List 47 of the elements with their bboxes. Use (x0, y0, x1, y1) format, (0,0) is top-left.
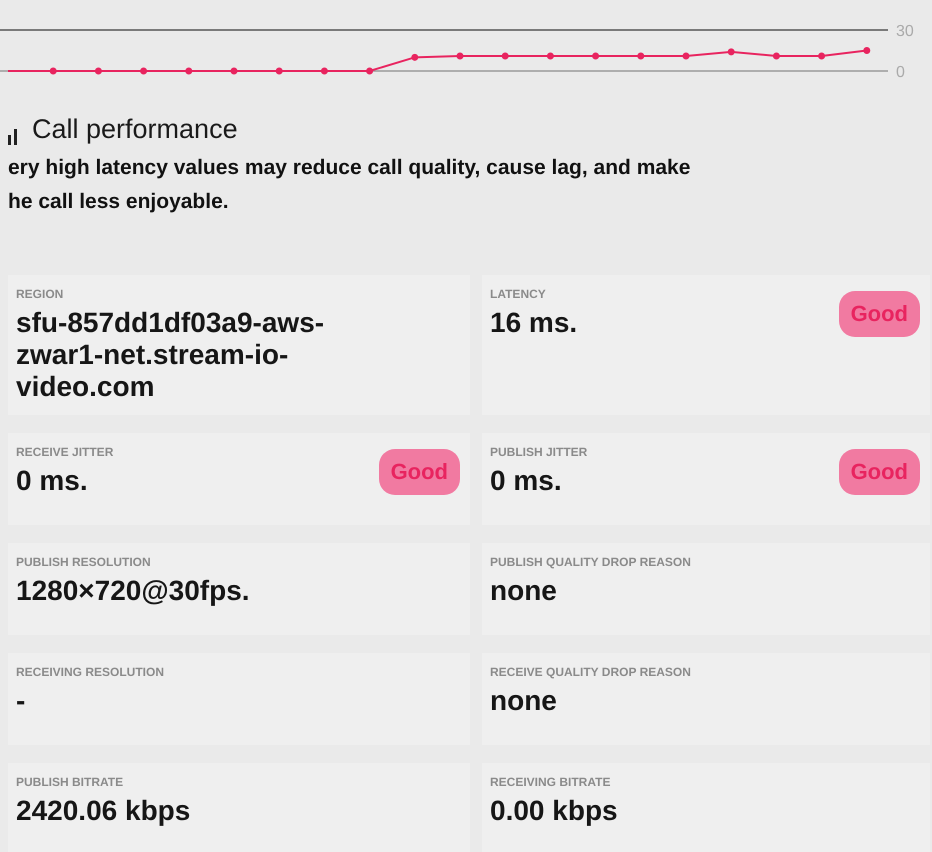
data-point (94, 68, 102, 74)
data-point (456, 52, 464, 60)
section-title: Call performance (32, 114, 238, 145)
stat-value: none (490, 685, 558, 717)
data-point (546, 52, 554, 60)
status-badge: Good (378, 449, 460, 495)
data-point (682, 52, 690, 60)
stat-value: 2420.06 kbps (16, 795, 190, 827)
stat-value: 0.00 kbps (490, 795, 618, 827)
data-point (502, 52, 509, 60)
stat-label: PUBLISH BITRATE (16, 775, 124, 789)
data-point (185, 68, 192, 74)
stat-label: RECEIVE QUALITY DROP REASON (490, 665, 691, 679)
stat-label: PUBLISH QUALITY DROP REASON (490, 555, 691, 569)
status-badge: Good (838, 291, 920, 337)
data-point (366, 68, 374, 74)
status-badge: Good (838, 449, 920, 495)
data-point (230, 68, 238, 74)
data-point (140, 68, 148, 74)
stat-label: RECEIVING BITRATE (490, 775, 612, 789)
stat-label: PUBLISH RESOLUTION (16, 555, 152, 569)
stat-value: 16 ms. (490, 307, 578, 339)
description-text: he call less enjoyable. (8, 189, 230, 215)
data-point (818, 52, 826, 60)
data-point (772, 52, 780, 60)
stat-value: 0 ms. (16, 465, 89, 497)
data-point (320, 68, 328, 74)
data-point (276, 68, 283, 74)
stat-value: 1280×720@30fps. (16, 575, 250, 607)
axis-tick-label: 0 (896, 64, 905, 81)
data-point (592, 52, 600, 60)
stat-label: RECEIVE JITTER (16, 445, 114, 459)
stat-value: none (490, 575, 558, 607)
stat-value: 0 ms. (490, 465, 563, 497)
stat-label: LATENCY (490, 287, 547, 301)
stat-value: - (16, 685, 26, 717)
axis-tick-label: 30 (896, 23, 914, 40)
stat-value: sfu-857dd1df03a9-aws-zwar1-net.stream-io-video.com (16, 307, 326, 403)
data-point (411, 54, 418, 61)
stat-label: RECEIVING RESOLUTION (16, 665, 164, 679)
stat-label: PUBLISH JITTER (490, 445, 588, 459)
data-point (637, 52, 644, 60)
data-point (863, 47, 870, 54)
data-point (728, 48, 735, 56)
description-text: ery high latency values may reduce call quality, cause lag, and make (8, 155, 692, 181)
data-point (50, 68, 57, 74)
stat-label: REGION (16, 287, 64, 301)
